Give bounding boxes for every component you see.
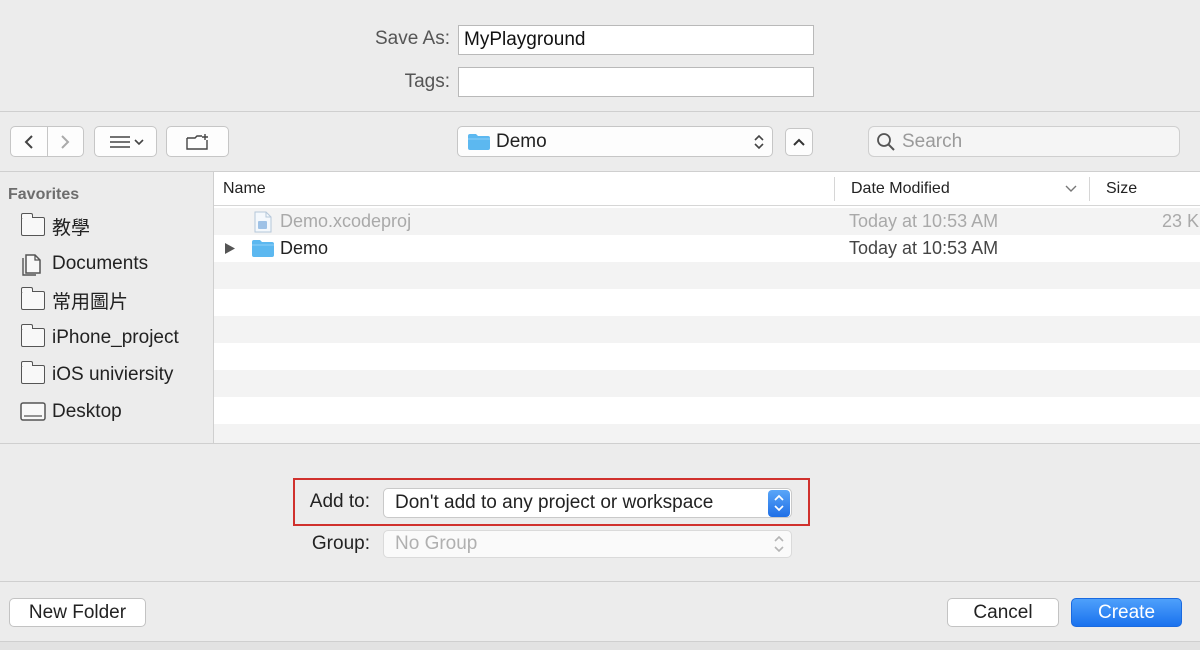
column-header-size[interactable]: Size — [1106, 180, 1137, 198]
options-divider — [0, 581, 1200, 582]
empty-row — [214, 343, 1200, 370]
sidebar-list: 教學 Documents 常用圖片 iPhone_project iOS uni… — [0, 208, 213, 430]
sidebar-item-common-images[interactable]: 常用圖片 — [0, 282, 213, 319]
file-name: Demo.xcodeproj — [280, 211, 412, 231]
sidebar-item-label: 常用圖片 — [52, 292, 129, 313]
sidebar-item-label: iPhone_project — [52, 326, 179, 348]
desktop-icon — [20, 401, 46, 421]
column-divider — [1089, 177, 1090, 201]
group-label: Group: — [311, 533, 370, 554]
empty-row — [214, 397, 1200, 424]
column-header-row: Name Date Modified Size — [214, 172, 1200, 206]
folder-icon — [252, 240, 274, 257]
chevron-right-icon — [61, 134, 70, 149]
column-divider — [834, 177, 835, 201]
documents-icon — [22, 253, 41, 276]
table-row[interactable]: Demo.xcodeproj Today at 10:53 AM 23 K — [214, 208, 1200, 235]
cancel-button[interactable]: Cancel — [947, 598, 1059, 627]
add-to-value: Don't add to any project or workspace — [395, 492, 714, 513]
sidebar-item-desktop[interactable]: Desktop — [0, 393, 213, 430]
sidebar-item-iphone-project[interactable]: iPhone_project — [0, 319, 213, 356]
add-to-popup[interactable]: Don't add to any project or workspace — [383, 488, 792, 518]
sidebar-item-label: iOS univiersity — [52, 363, 174, 385]
folder-icon — [20, 213, 45, 236]
empty-row — [214, 289, 1200, 316]
file-date: Today at 10:53 AM — [849, 238, 999, 258]
column-header-date[interactable]: Date Modified — [851, 180, 950, 198]
empty-row — [214, 424, 1200, 443]
chevron-left-icon — [24, 134, 33, 149]
save-as-field[interactable]: MyPlayground — [458, 25, 814, 55]
chevron-up-icon — [793, 138, 805, 146]
folder-icon — [20, 324, 45, 347]
sidebar-header: Favorites — [8, 186, 80, 203]
empty-row — [214, 370, 1200, 397]
file-name: Demo — [280, 238, 329, 258]
sidebar-item-label: 教學 — [52, 218, 91, 239]
sidebar-item-label: Documents — [52, 252, 149, 274]
forward-button[interactable] — [48, 127, 84, 156]
search-placeholder: Search — [902, 130, 963, 152]
empty-row — [214, 262, 1200, 289]
location-label: Demo — [496, 130, 547, 152]
sidebar-item-documents[interactable]: Documents — [0, 245, 213, 282]
list-bottom-divider — [0, 443, 1200, 444]
create-button[interactable]: Create — [1071, 598, 1182, 627]
updown-chevron-icon — [774, 535, 784, 553]
tags-label: Tags: — [404, 71, 450, 92]
folder-icon — [468, 133, 490, 150]
back-button[interactable] — [11, 127, 48, 156]
file-date: Today at 10:53 AM — [849, 211, 999, 231]
sidebar-item-ios-university[interactable]: iOS univiersity — [0, 356, 213, 393]
group-value: No Group — [395, 533, 478, 554]
new-folder-icon — [185, 133, 208, 150]
search-field[interactable]: Search — [868, 126, 1180, 157]
sidebar: Favorites 教學 Documents 常用圖片 iPhone_proje… — [0, 172, 213, 443]
folder-icon — [20, 287, 45, 310]
list-view-icon — [109, 135, 144, 148]
new-folder-button[interactable]: New Folder — [9, 598, 146, 627]
disclosure-triangle-icon[interactable] — [224, 242, 236, 255]
save-as-label: Save As: — [375, 28, 450, 49]
nav-button-group — [10, 126, 84, 157]
table-row[interactable]: Demo Today at 10:53 AM — [214, 235, 1200, 262]
column-header-name[interactable]: Name — [223, 180, 266, 198]
location-popup[interactable]: Demo — [457, 126, 773, 157]
empty-row — [214, 316, 1200, 343]
expand-collapse-button[interactable] — [785, 128, 813, 156]
xcodeproj-file-icon — [254, 211, 272, 233]
updown-chevron-icon — [754, 134, 764, 149]
sort-chevron-down-icon — [1065, 185, 1077, 192]
updown-chevron-icon — [774, 494, 784, 512]
top-divider — [0, 111, 1200, 112]
new-folder-toolbar-button[interactable] — [166, 126, 229, 157]
add-to-label: Add to: — [309, 491, 370, 512]
file-size: 23 K — [1162, 211, 1200, 231]
sidebar-item-teaching[interactable]: 教學 — [0, 208, 213, 245]
search-icon — [877, 132, 895, 151]
folder-icon — [20, 361, 45, 384]
view-options-button[interactable] — [94, 126, 157, 157]
file-list: Name Date Modified Size Demo.xcodeproj T… — [214, 172, 1200, 443]
tags-field[interactable] — [458, 67, 814, 97]
popup-arrows-icon — [768, 489, 790, 517]
sidebar-item-label: Desktop — [52, 400, 122, 422]
group-popup: No Group — [383, 530, 792, 558]
